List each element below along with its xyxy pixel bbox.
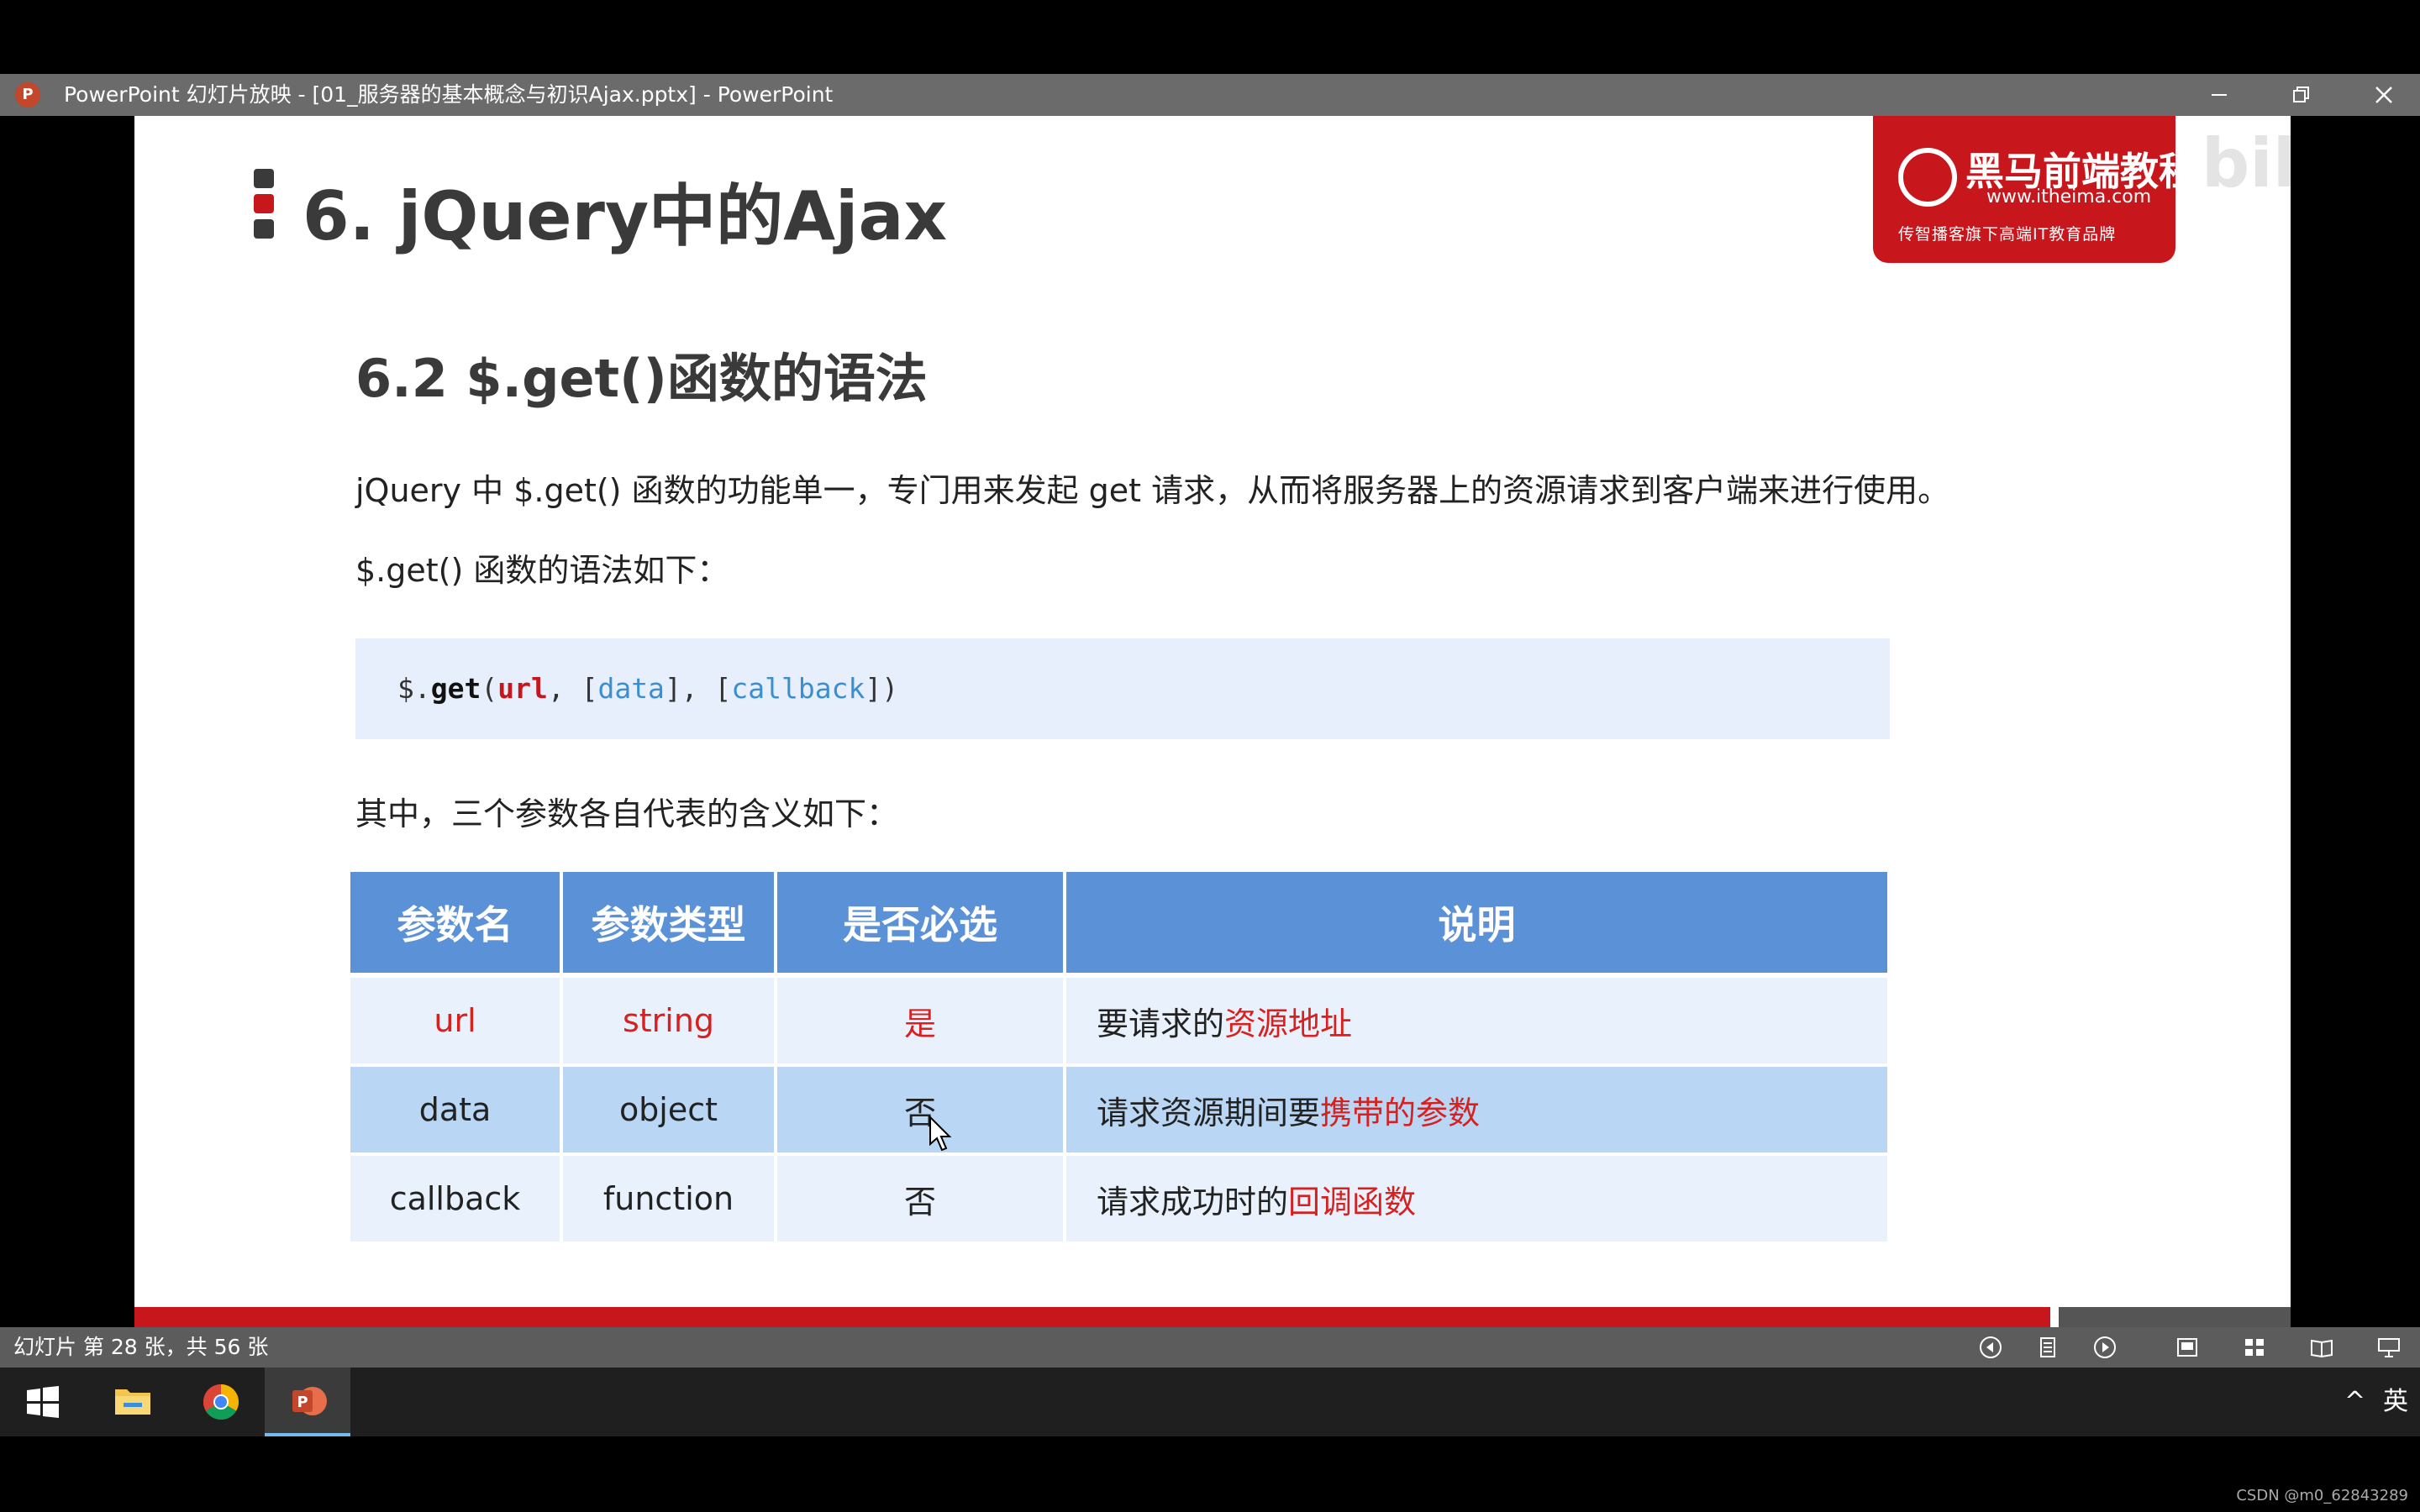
- next-slide-icon[interactable]: [2092, 1335, 2118, 1360]
- logo-url: www.itheima.com: [1986, 186, 2152, 207]
- close-button[interactable]: [2363, 74, 2405, 116]
- slide-title: 6. jQuery中的Ajax: [302, 177, 948, 255]
- taskbar-powerpoint[interactable]: P: [265, 1368, 350, 1436]
- window-title-bar: P PowerPoint 幻灯片放映 - [01_服务器的基本概念与初识Ajax…: [0, 74, 2420, 116]
- param-type: object: [563, 1067, 774, 1152]
- windows-logo-icon: [27, 1386, 59, 1418]
- mouse-cursor-icon: [929, 1116, 952, 1152]
- start-button[interactable]: [0, 1368, 86, 1436]
- slideshow-icon[interactable]: [2376, 1335, 2402, 1360]
- code-line: $.get(url, [data], [callback]): [397, 672, 899, 705]
- powerpoint-app-icon: P: [15, 82, 40, 108]
- title-bullet-bar: [254, 169, 274, 244]
- powerpoint-icon: P: [292, 1387, 327, 1415]
- table-header-cell: 参数名: [350, 872, 560, 973]
- slide-sorter-icon[interactable]: [2242, 1335, 2267, 1360]
- chrome-icon: [203, 1384, 239, 1420]
- bilibili-watermark: bilibili: [2202, 124, 2291, 202]
- restore-button[interactable]: [2281, 74, 2323, 116]
- param-required: 否: [777, 1156, 1063, 1242]
- slide-subtitle: 6.2 $.get()函数的语法: [355, 348, 928, 409]
- param-name: data: [350, 1067, 560, 1152]
- tray-chevron[interactable]: ^: [2344, 1368, 2365, 1436]
- param-required: 是: [777, 978, 1063, 1063]
- slide-counter: 幻灯片 第 28 张，共 56 张: [13, 1335, 269, 1359]
- param-required: 否: [777, 1067, 1063, 1152]
- close-icon: [2375, 87, 2392, 103]
- svg-text:P: P: [297, 1394, 308, 1411]
- window-title: PowerPoint 幻灯片放映 - [01_服务器的基本概念与初识Ajax.p…: [64, 82, 834, 107]
- table-header-cell: 是否必选: [777, 872, 1063, 973]
- param-type: function: [563, 1156, 774, 1242]
- slide-bottom-band: [134, 1307, 2050, 1327]
- previous-slide-icon[interactable]: [1978, 1335, 2003, 1360]
- param-type: string: [563, 978, 774, 1063]
- minimize-icon: [2212, 94, 2227, 96]
- param-description: 请求成功时的 回调函数: [1066, 1156, 1887, 1242]
- slide-list-icon[interactable]: [2035, 1335, 2060, 1360]
- params-intro: 其中，三个参数各自代表的含义如下：: [355, 795, 899, 832]
- slide-canvas: 6. jQuery中的Ajax 黑马前端教程 www.itheima.com 传…: [134, 116, 2291, 1327]
- status-bar: 幻灯片 第 28 张，共 56 张: [0, 1327, 2420, 1368]
- param-name: url: [350, 978, 560, 1063]
- code-block: $.get(url, [data], [callback]): [355, 638, 1890, 739]
- slide-bottom-band-gray: [2059, 1307, 2291, 1327]
- param-name: callback: [350, 1156, 560, 1242]
- windows-taskbar: P ^ 英: [0, 1368, 2420, 1436]
- syntax-intro: $.get() 函数的语法如下：: [355, 552, 729, 589]
- restore-icon: [2293, 87, 2309, 102]
- table-header-cell: 说明: [1066, 872, 1887, 973]
- ime-indicator[interactable]: 英: [2383, 1368, 2408, 1436]
- reading-view-icon[interactable]: [2309, 1335, 2334, 1360]
- normal-view-icon[interactable]: [2175, 1335, 2200, 1360]
- taskbar-chrome[interactable]: [178, 1368, 264, 1436]
- folder-icon: [115, 1389, 150, 1415]
- logo-mark-icon: [1898, 148, 1957, 207]
- intro-paragraph: jQuery 中 $.get() 函数的功能单一，专门用来发起 get 请求，从…: [355, 472, 1950, 509]
- taskbar-file-explorer[interactable]: [90, 1368, 176, 1436]
- minimize-button[interactable]: [2198, 74, 2240, 116]
- logo-slogan: 传智播客旗下高端IT教育品牌: [1898, 225, 2117, 244]
- csdn-credit: CSDN @m0_62843289: [2236, 1487, 2408, 1504]
- param-description: 要请求的 资源地址: [1066, 978, 1887, 1063]
- table-header-cell: 参数类型: [563, 872, 774, 973]
- param-description: 请求资源期间要 携带的参数: [1066, 1067, 1887, 1152]
- itheima-logo: 黑马前端教程 www.itheima.com 传智播客旗下高端IT教育品牌: [1873, 116, 2197, 263]
